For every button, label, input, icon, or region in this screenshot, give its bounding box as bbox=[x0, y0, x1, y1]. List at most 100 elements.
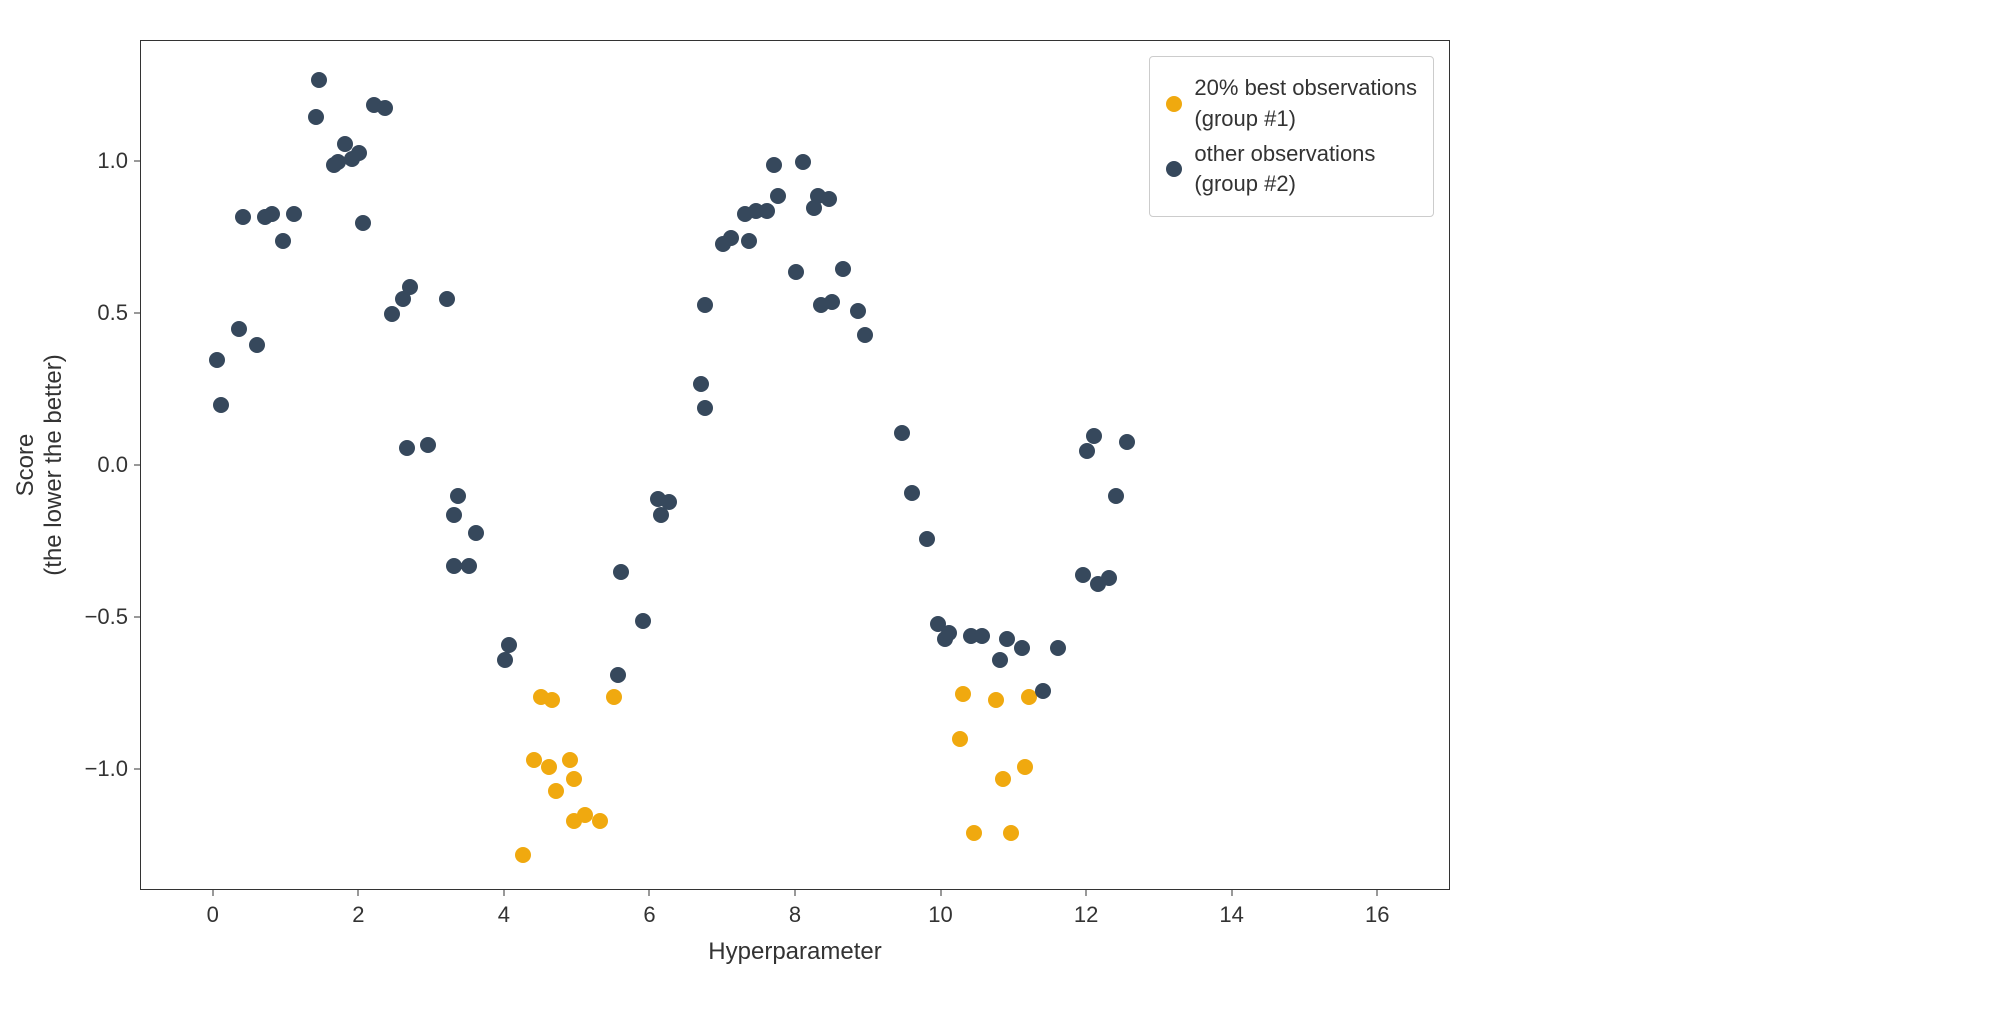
x-tick-label: 4 bbox=[498, 902, 510, 928]
data-point bbox=[209, 352, 225, 368]
data-point bbox=[723, 230, 739, 246]
data-point bbox=[974, 628, 990, 644]
data-point bbox=[446, 507, 462, 523]
data-point bbox=[741, 233, 757, 249]
data-point bbox=[355, 215, 371, 231]
data-point bbox=[995, 771, 1011, 787]
data-point bbox=[468, 525, 484, 541]
data-point bbox=[788, 264, 804, 280]
x-tick-label: 0 bbox=[207, 902, 219, 928]
data-point bbox=[497, 652, 513, 668]
x-tick-label: 6 bbox=[643, 902, 655, 928]
x-tick-label: 14 bbox=[1219, 902, 1243, 928]
y-tick-label: −1.0 bbox=[85, 756, 128, 782]
data-point bbox=[501, 637, 517, 653]
data-point bbox=[697, 297, 713, 313]
data-point bbox=[766, 157, 782, 173]
data-point bbox=[351, 145, 367, 161]
data-point bbox=[566, 771, 582, 787]
data-point bbox=[610, 667, 626, 683]
data-point bbox=[919, 531, 935, 547]
data-point bbox=[966, 825, 982, 841]
legend-label-group2: other observations(group #2) bbox=[1194, 139, 1375, 201]
data-point bbox=[213, 397, 229, 413]
data-point bbox=[515, 847, 531, 863]
y-tick-label: −0.5 bbox=[85, 604, 128, 630]
data-point bbox=[697, 400, 713, 416]
data-point bbox=[613, 564, 629, 580]
y-tick-label: 0.5 bbox=[97, 300, 128, 326]
x-tick-label: 10 bbox=[928, 902, 952, 928]
x-axis-label: Hyperparameter bbox=[708, 938, 881, 966]
data-point bbox=[311, 72, 327, 88]
x-tick-label: 12 bbox=[1074, 902, 1098, 928]
data-point bbox=[992, 652, 1008, 668]
data-point bbox=[235, 209, 251, 225]
data-point bbox=[377, 100, 393, 116]
data-point bbox=[770, 188, 786, 204]
y-tick-label: 0.0 bbox=[97, 452, 128, 478]
data-point bbox=[592, 813, 608, 829]
legend-marker-gold bbox=[1166, 96, 1182, 112]
data-point bbox=[562, 752, 578, 768]
x-tick-label: 16 bbox=[1365, 902, 1389, 928]
data-point bbox=[330, 154, 346, 170]
data-point bbox=[894, 425, 910, 441]
legend-marker-dark bbox=[1166, 161, 1182, 177]
legend-label-group1: 20% best observations(group #1) bbox=[1194, 73, 1417, 135]
data-point bbox=[999, 631, 1015, 647]
data-point bbox=[1119, 434, 1135, 450]
data-point bbox=[850, 303, 866, 319]
y-tick-label: 1.0 bbox=[97, 148, 128, 174]
data-point bbox=[1108, 488, 1124, 504]
data-point bbox=[548, 783, 564, 799]
data-point bbox=[835, 261, 851, 277]
data-point bbox=[439, 291, 455, 307]
data-point bbox=[955, 686, 971, 702]
data-point bbox=[635, 613, 651, 629]
data-point bbox=[857, 327, 873, 343]
x-tick-label: 8 bbox=[789, 902, 801, 928]
legend-entry-group2: other observations(group #2) bbox=[1166, 139, 1417, 201]
data-point bbox=[661, 494, 677, 510]
data-point bbox=[450, 488, 466, 504]
data-point bbox=[941, 625, 957, 641]
data-point bbox=[1017, 759, 1033, 775]
data-point bbox=[606, 689, 622, 705]
legend-entry-group1: 20% best observations(group #1) bbox=[1166, 73, 1417, 135]
data-point bbox=[286, 206, 302, 222]
data-point bbox=[988, 692, 1004, 708]
data-point bbox=[952, 731, 968, 747]
data-point bbox=[1003, 825, 1019, 841]
data-point bbox=[275, 233, 291, 249]
chart-legend: 20% best observations(group #1) other ob… bbox=[1149, 56, 1434, 217]
data-point bbox=[461, 558, 477, 574]
data-point bbox=[231, 321, 247, 337]
data-point bbox=[337, 136, 353, 152]
data-point bbox=[1101, 570, 1117, 586]
data-point bbox=[1050, 640, 1066, 656]
y-axis-label: Score(the lower the better) bbox=[12, 354, 68, 575]
data-point bbox=[1014, 640, 1030, 656]
data-point bbox=[402, 279, 418, 295]
data-point bbox=[384, 306, 400, 322]
data-point bbox=[399, 440, 415, 456]
data-point bbox=[693, 376, 709, 392]
data-point bbox=[1035, 683, 1051, 699]
data-point bbox=[544, 692, 560, 708]
data-point bbox=[904, 485, 920, 501]
x-tick-label: 2 bbox=[352, 902, 364, 928]
data-point bbox=[821, 191, 837, 207]
data-point bbox=[541, 759, 557, 775]
data-point bbox=[1079, 443, 1095, 459]
data-point bbox=[420, 437, 436, 453]
data-point bbox=[759, 203, 775, 219]
data-point bbox=[1075, 567, 1091, 583]
chart-frame: 20% best observations(group #1) other ob… bbox=[140, 40, 1450, 890]
data-point bbox=[824, 294, 840, 310]
data-point bbox=[264, 206, 280, 222]
data-point bbox=[249, 337, 265, 353]
data-point bbox=[1086, 428, 1102, 444]
data-point bbox=[308, 109, 324, 125]
data-point bbox=[795, 154, 811, 170]
